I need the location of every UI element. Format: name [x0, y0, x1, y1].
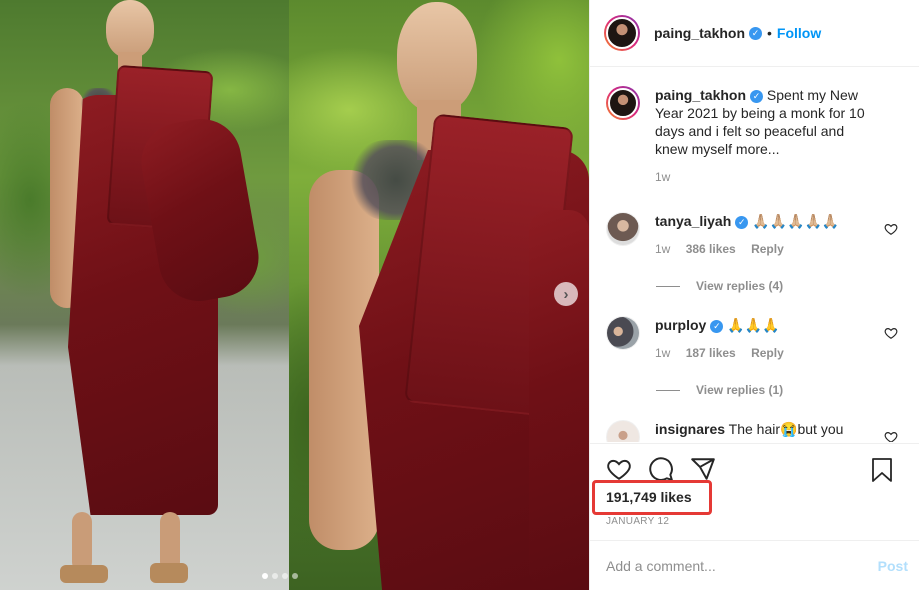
- comment-username[interactable]: tanya_liyah: [655, 213, 731, 229]
- view-replies-button[interactable]: View replies (1): [656, 383, 783, 397]
- view-replies-label: View replies (4): [696, 279, 784, 293]
- carousel-dot: [272, 573, 278, 579]
- comment-icon[interactable]: [648, 456, 674, 482]
- add-comment-input[interactable]: [606, 557, 856, 574]
- post-comment-button[interactable]: Post: [878, 558, 908, 574]
- comments-list[interactable]: paing_takhon ✓ Spent my New Year 2021 by …: [590, 68, 919, 442]
- carousel-next-button[interactable]: ›: [554, 282, 578, 306]
- heart-icon[interactable]: [884, 222, 898, 236]
- share-icon[interactable]: [690, 456, 716, 482]
- comment-age: 1w: [655, 242, 671, 256]
- verified-icon: ✓: [749, 26, 763, 40]
- bookmark-icon[interactable]: [870, 457, 894, 483]
- caption-username[interactable]: paing_takhon: [655, 87, 746, 103]
- chevron-right-icon: ›: [563, 285, 569, 303]
- heart-icon[interactable]: [606, 456, 632, 482]
- comment-text: 🙏🏼🙏🏼🙏🏼🙏🏼🙏🏼: [752, 213, 840, 229]
- verified-icon: ✓: [750, 89, 764, 103]
- reply-button[interactable]: Reply: [751, 242, 784, 256]
- comment-item: insignares The hair😭but you: [606, 420, 906, 442]
- carousel-dot: [262, 573, 268, 579]
- comment-likes[interactable]: 187 likes: [686, 346, 736, 360]
- avatar[interactable]: [606, 86, 640, 120]
- avatar[interactable]: [606, 212, 640, 246]
- post-header: paing_takhon ✓ • Follow: [590, 0, 919, 67]
- heart-icon[interactable]: [884, 430, 898, 442]
- avatar[interactable]: [606, 316, 640, 350]
- view-replies-button[interactable]: View replies (4): [656, 279, 783, 293]
- verified-icon: ✓: [710, 319, 724, 333]
- follow-button[interactable]: Follow: [777, 25, 821, 41]
- avatar[interactable]: [604, 15, 640, 51]
- carousel-dots: [262, 573, 298, 579]
- comment-form: Post: [590, 540, 919, 590]
- comment-item: tanya_liyah ✓ 🙏🏼🙏🏼🙏🏼🙏🏼🙏🏼 1w 386 likes Rep…: [606, 212, 906, 256]
- comment-username[interactable]: purploy: [655, 317, 706, 333]
- divider: [656, 285, 680, 287]
- comment-item: purploy ✓ 🙏🙏🙏 1w 187 likes Reply: [606, 316, 906, 360]
- comment-text: 🙏🙏🙏: [727, 317, 780, 333]
- carousel-photo-2: [289, 0, 589, 590]
- separator-dot: •: [767, 25, 772, 41]
- carousel-dot: [282, 573, 288, 579]
- comment-likes[interactable]: 386 likes: [686, 242, 736, 256]
- reply-button[interactable]: Reply: [751, 346, 784, 360]
- divider: [656, 389, 680, 391]
- post-sidebar: paing_takhon ✓ • Follow paing_takhon ✓ Sp…: [589, 0, 919, 590]
- caption-age: 1w: [655, 170, 671, 184]
- likes-count[interactable]: 191,749 likes: [606, 489, 692, 505]
- heart-icon[interactable]: [884, 326, 898, 340]
- avatar[interactable]: [606, 420, 640, 442]
- post-media: ›: [0, 0, 589, 590]
- verified-icon: ✓: [735, 215, 749, 229]
- author-username[interactable]: paing_takhon: [654, 25, 745, 41]
- view-replies-label: View replies (1): [696, 383, 784, 397]
- comment-age: 1w: [655, 346, 671, 360]
- carousel-photo-1: [0, 0, 289, 590]
- carousel-dot: [292, 573, 298, 579]
- comment-text: The hair😭but you: [728, 421, 844, 437]
- post-date[interactable]: JANUARY 12: [606, 516, 669, 527]
- caption: paing_takhon ✓ Spent my New Year 2021 by …: [606, 86, 906, 184]
- comment-username[interactable]: insignares: [655, 421, 725, 437]
